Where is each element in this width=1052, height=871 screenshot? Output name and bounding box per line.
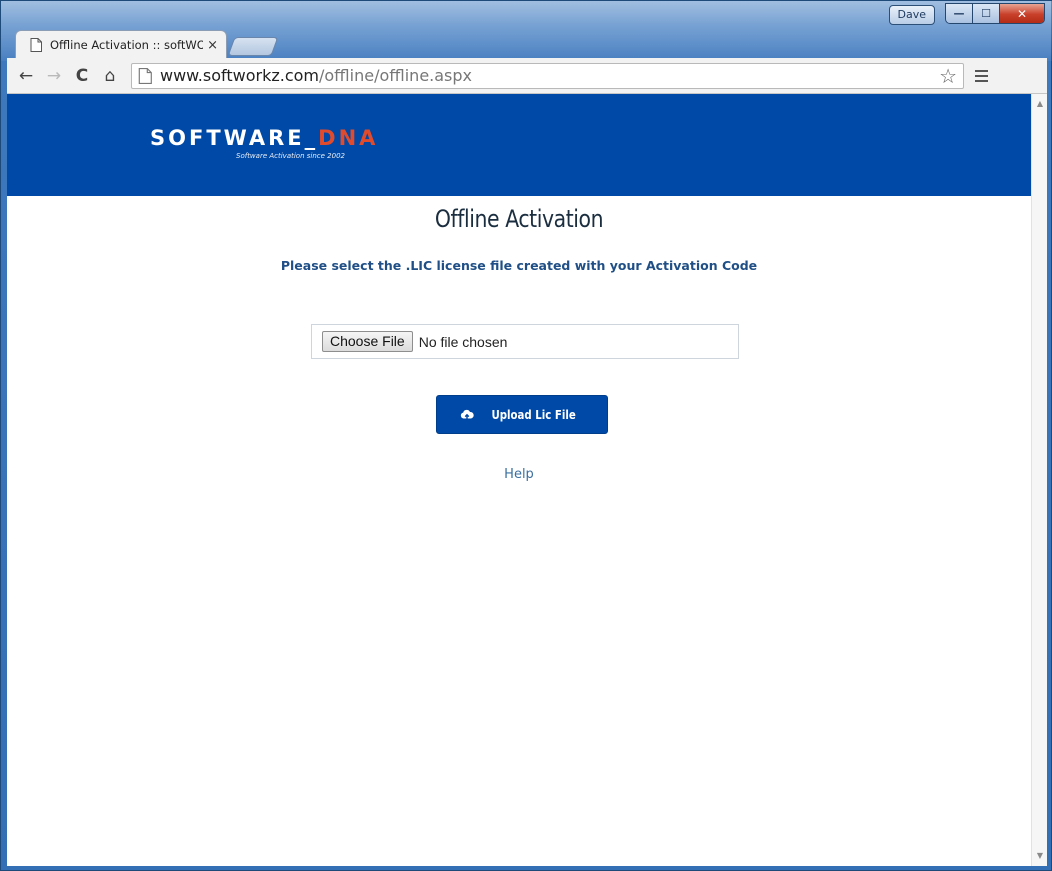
new-tab-button[interactable] <box>227 37 279 56</box>
page-title: Offline Activation <box>434 205 604 233</box>
close-tab-icon[interactable]: × <box>207 38 218 53</box>
logo-tagline: Software Activation since 2002 <box>236 152 345 160</box>
profile-badge[interactable]: Dave <box>888 5 935 25</box>
window-controls: — ☐ ✕ <box>945 3 1045 24</box>
file-status-text: No file chosen <box>418 333 508 350</box>
back-arrow-icon[interactable]: ← <box>15 65 37 87</box>
cloud-upload-icon <box>461 409 475 420</box>
url-path: /offline/offline.aspx <box>319 66 473 85</box>
window-caption-buttons: Dave — ☐ ✕ <box>888 3 1045 25</box>
url-host: www.softworkz.com <box>160 66 319 85</box>
close-window-button[interactable]: ✕ <box>1000 4 1044 23</box>
tab-title: Offline Activation :: softWO <box>50 38 204 52</box>
menu-hamburger-icon[interactable] <box>970 65 992 87</box>
maximize-button[interactable]: ☐ <box>973 4 1000 23</box>
help-link[interactable]: Help <box>504 467 534 482</box>
scroll-up-icon[interactable]: ▲ <box>1032 96 1047 112</box>
browser-toolbar: ← → C ⌂ www.softworkz.com/offline/offlin… <box>7 58 1047 94</box>
reload-icon[interactable]: C <box>71 65 93 87</box>
page-viewport: SOFTWARE_DNA Software Activation since 2… <box>7 94 1047 866</box>
logo-wordmark: SOFTWARE_DNA <box>150 126 379 150</box>
upload-button-label: Upload Lic File <box>491 407 577 422</box>
help-link-container: Help <box>7 467 1031 482</box>
vertical-scrollbar[interactable]: ▲ ▼ <box>1031 94 1047 866</box>
site-header: SOFTWARE_DNA Software Activation since 2… <box>7 94 1031 196</box>
page-icon <box>30 38 42 52</box>
upload-lic-file-button[interactable]: Upload Lic File <box>436 395 608 434</box>
tab-strip: Offline Activation :: softWO × <box>15 28 279 59</box>
scroll-down-icon[interactable]: ▼ <box>1032 848 1047 864</box>
instruction-text: Please select the .LIC license file crea… <box>280 258 758 273</box>
home-icon[interactable]: ⌂ <box>99 65 121 87</box>
forward-arrow-icon[interactable]: → <box>43 65 65 87</box>
bookmark-star-icon[interactable]: ☆ <box>939 64 957 88</box>
address-bar[interactable]: www.softworkz.com/offline/offline.aspx ☆ <box>131 62 964 89</box>
browser-window: Dave — ☐ ✕ Offline Activation :: softWO … <box>0 0 1052 871</box>
minimize-button[interactable]: — <box>946 4 973 23</box>
software-dna-logo[interactable]: SOFTWARE_DNA Software Activation since 2… <box>150 126 378 160</box>
page-icon <box>138 67 152 84</box>
choose-file-button[interactable]: Choose File <box>322 331 413 352</box>
tab-offline-activation[interactable]: Offline Activation :: softWO × <box>15 30 227 59</box>
license-file-input[interactable]: Choose File No file chosen <box>311 324 739 359</box>
